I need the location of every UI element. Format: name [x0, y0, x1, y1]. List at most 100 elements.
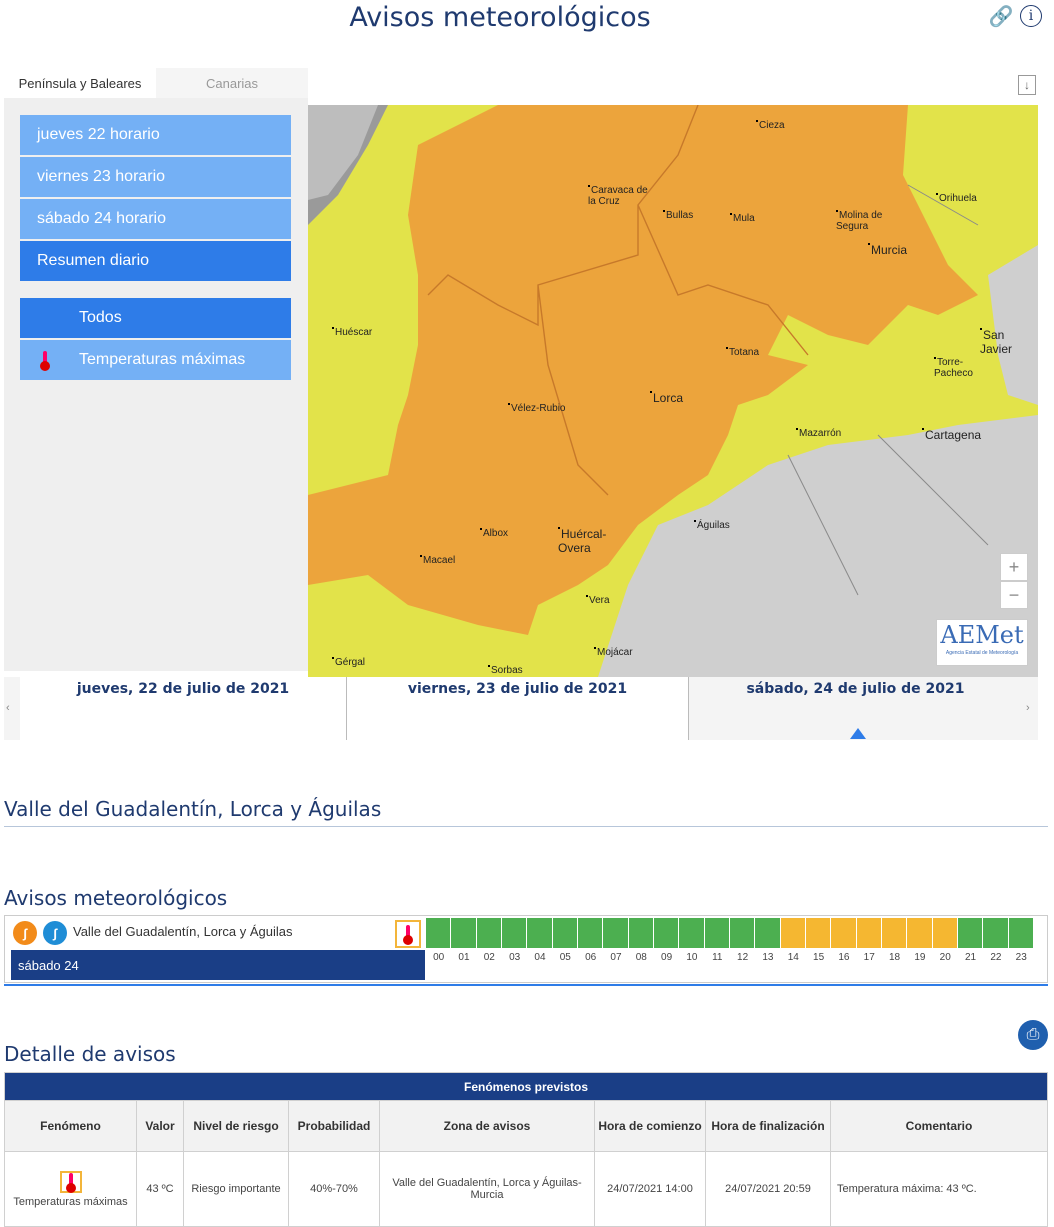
hour-cell	[577, 918, 604, 948]
detail-title: Detalle de avisos	[4, 1042, 176, 1066]
hour-label: 06	[585, 952, 597, 963]
filter-temperaturas[interactable]: Temperaturas máximas	[20, 340, 291, 380]
hour-label: 14	[787, 952, 799, 963]
download-icon[interactable]: ↓	[1018, 75, 1036, 95]
prev-arrow[interactable]: ‹	[6, 702, 10, 714]
col-header: Zona de avisos	[379, 1100, 595, 1152]
hour-cell	[856, 918, 882, 948]
divider	[4, 826, 1048, 827]
date-tab-jueves[interactable]: jueves, 22 de julio de 2021	[20, 677, 346, 740]
hour-label: 19	[914, 952, 926, 963]
hour-label: 02	[483, 952, 495, 963]
warnings-title: Avisos meteorológicos	[4, 886, 228, 910]
hour-cell	[780, 918, 806, 948]
region-tabs: Península y Baleares Canarias	[4, 68, 308, 98]
hour-cell	[755, 918, 781, 948]
town-label: Totana	[726, 347, 759, 358]
print-icon[interactable]: ⎙	[1018, 1020, 1048, 1050]
hour-labels: 00 01 02 03 04 05 06 07 08 09 10 11 12 13 14 15 16 17 18 19…	[426, 952, 1034, 963]
cell-probabilidad: 40%-70%	[288, 1151, 380, 1227]
cell-fenomeno: Temperaturas máximas	[4, 1151, 137, 1227]
col-header: Hora de comienzo	[594, 1100, 706, 1152]
town-label: Cartagena	[922, 428, 981, 442]
town-label: Vélez-Rubio	[508, 403, 565, 414]
town-label: Sorbas	[488, 665, 523, 676]
town-label: Gérgal	[332, 657, 365, 668]
tab-peninsula[interactable]: Península y Baleares	[4, 68, 156, 98]
cell-zona: Valle del Guadalentín, Lorca y Águilas-M…	[379, 1151, 595, 1227]
hour-cell	[476, 918, 502, 948]
town-label: Molina de Segura	[836, 210, 896, 232]
selected-indicator	[850, 728, 866, 739]
rss-blue-icon[interactable]: ʃ	[43, 921, 67, 945]
day-button-resumen[interactable]: Resumen diario	[20, 241, 291, 281]
zoom-in-button[interactable]: +	[1000, 553, 1028, 581]
info-icon[interactable]: i	[1020, 5, 1042, 27]
hour-cell	[881, 918, 908, 948]
hour-cell	[983, 918, 1009, 948]
hour-label: 00	[433, 952, 445, 963]
hour-cell	[957, 918, 984, 948]
hour-label: 13	[762, 952, 774, 963]
date-tab-viernes[interactable]: viernes, 23 de julio de 2021	[346, 677, 688, 740]
hour-label: 11	[712, 952, 723, 963]
hour-cell	[729, 918, 756, 948]
next-arrow[interactable]: ›	[1026, 702, 1030, 714]
hour-label: 03	[509, 952, 521, 963]
day-button-jueves[interactable]: jueves 22 horario	[20, 115, 291, 155]
town-label: Caravaca de la Cruz	[588, 185, 648, 207]
thermometer-icon	[395, 920, 421, 948]
town-label: Lorca	[650, 391, 683, 405]
hour-label: 01	[458, 952, 470, 963]
town-label: Huéscar	[332, 327, 372, 338]
hour-label: 04	[534, 952, 546, 963]
link-icon[interactable]: 🔗	[989, 5, 1014, 28]
hour-label: 05	[559, 952, 571, 963]
town-label: Macael	[420, 555, 455, 566]
town-label: Bullas	[663, 210, 693, 221]
town-label: Huércal-Overa	[558, 527, 618, 555]
thermometer-icon	[40, 351, 50, 371]
thermometer-icon	[59, 1170, 82, 1193]
hour-label: 22	[990, 952, 1002, 963]
sidebar: Península y Baleares Canarias jueves 22 …	[4, 68, 308, 671]
town-label: Orihuela	[936, 193, 977, 204]
cell-comentario: Temperatura máxima: 43 ºC.	[830, 1151, 1048, 1227]
warning-zone-label: Valle del Guadalentín, Lorca y Águilas	[73, 924, 293, 939]
day-button-sabado[interactable]: sábado 24 horario	[20, 199, 291, 239]
hour-cell	[932, 918, 958, 948]
day-button-viernes[interactable]: viernes 23 horario	[20, 157, 291, 197]
town-label: Cieza	[756, 120, 785, 131]
hour-cell	[426, 918, 452, 948]
town-label: Mula	[730, 213, 755, 224]
zone-title: Valle del Guadalentín, Lorca y Águilas	[4, 797, 382, 821]
hour-cell	[552, 918, 578, 948]
hour-label: 08	[635, 952, 647, 963]
hour-cell	[679, 918, 705, 948]
top-icons: 🔗 i	[989, 5, 1042, 28]
col-header: Probabilidad	[288, 1100, 380, 1152]
hour-cell	[603, 918, 629, 948]
hour-label: 18	[889, 952, 901, 963]
cell-comienzo: 24/07/2021 14:00	[594, 1151, 706, 1227]
day-label: sábado 24	[11, 950, 425, 980]
tab-canarias[interactable]: Canarias	[156, 68, 308, 98]
table-row: Temperaturas máximas 43 ºC Riesgo import…	[4, 1151, 1048, 1227]
col-header: Valor	[136, 1100, 184, 1152]
rss-icon[interactable]: ʃ	[13, 921, 37, 945]
town-label: Murcia	[868, 243, 907, 257]
date-bar: ‹ jueves, 22 de julio de 2021 viernes, 2…	[4, 677, 1038, 740]
hour-bar	[426, 918, 1034, 948]
hour-label: 20	[939, 952, 951, 963]
filter-todos[interactable]: Todos	[20, 298, 291, 338]
cell-valor: 43 ºC	[136, 1151, 184, 1227]
logo-text: AEMet	[940, 621, 1024, 649]
hour-label: 16	[838, 952, 850, 963]
town-label: San Javier	[980, 328, 1038, 356]
hour-label: 12	[737, 952, 749, 963]
town-label: Vera	[586, 595, 610, 606]
warning-map[interactable]: Cieza Orihuela Caravaca de la Cruz Bulla…	[308, 105, 1038, 677]
zoom-out-button[interactable]: −	[1000, 581, 1028, 609]
hour-cell	[907, 918, 933, 948]
col-header: Nivel de riesgo	[183, 1100, 289, 1152]
